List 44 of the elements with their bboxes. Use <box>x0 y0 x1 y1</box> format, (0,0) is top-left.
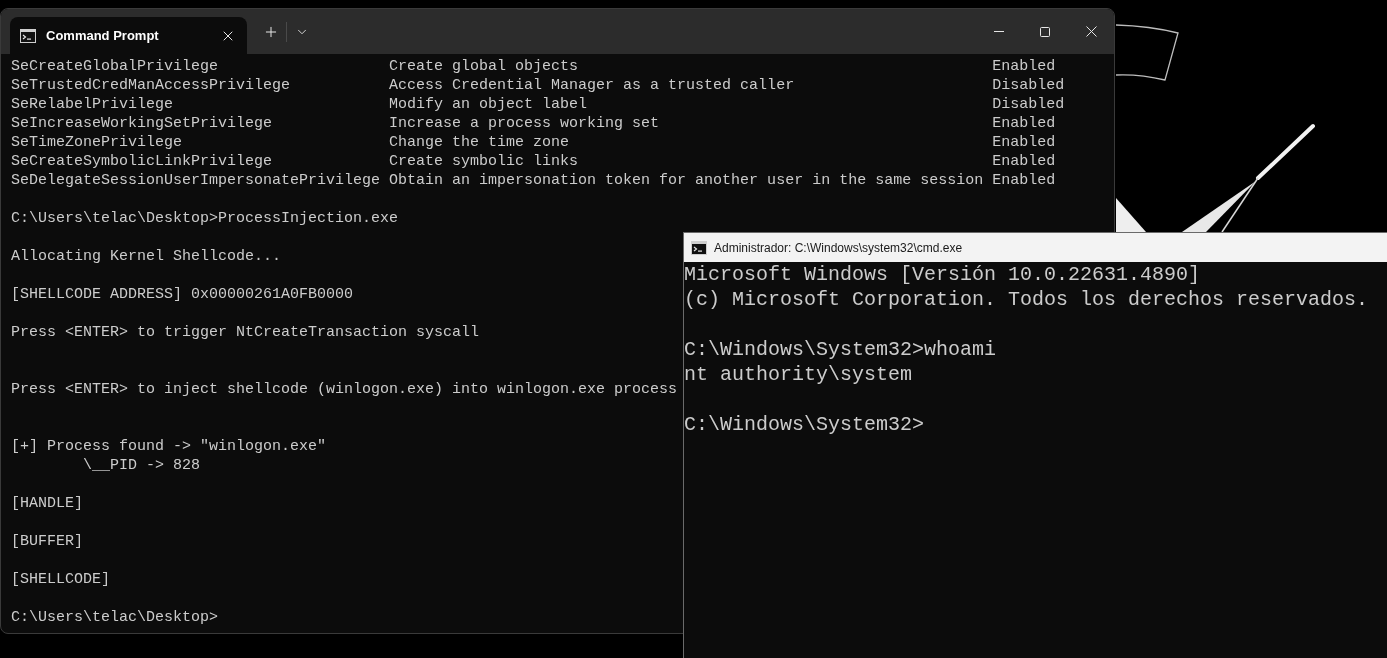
terminal-line: (c) Microsoft Corporation. Todos los derechos reservados. <box>684 287 1369 312</box>
terminal-line: [+] Process found -> "winlogon.exe" <box>11 437 327 456</box>
terminal-line: Allocating Kernel Shellcode... <box>11 247 282 266</box>
privilege-status: Disabled <box>992 95 1065 114</box>
tab[interactable]: Command Prompt <box>10 17 247 54</box>
privilege-name: SeRelabelPrivilege <box>11 95 175 114</box>
privilege-status: Enabled <box>992 57 1057 76</box>
terminal-line: C:\Users\telac\Desktop> <box>11 608 219 627</box>
terminal-line: Press <ENTER> to trigger NtCreateTransaction syscall <box>11 323 480 342</box>
window-title: Administrador: C:\Windows\system32\cmd.exe <box>714 240 963 255</box>
terminal-line: [SHELLCODE ADDRESS] 0x00000261A0FB0000 <box>11 285 354 304</box>
terminal-line: Microsoft Windows [Versión 10.0.22631.4890] <box>684 262 1201 287</box>
minimize-icon <box>994 31 1004 32</box>
privilege-description: Create symbolic links <box>389 152 580 171</box>
terminal-line: C:\Users\telac\Desktop>ProcessInjection.exe <box>11 209 399 228</box>
terminal-icon <box>20 28 36 43</box>
terminal-line: [SHELLCODE] <box>11 570 111 589</box>
privilege-description: Obtain an impersonation token for another user in the same session <box>389 171 984 190</box>
privilege-name: SeCreateSymbolicLinkPrivilege <box>11 152 274 171</box>
terminal-line: nt authority\system <box>684 362 913 387</box>
privilege-description: Access Credential Manager as a trusted caller <box>389 76 796 95</box>
terminal-line: [HANDLE] <box>11 494 83 513</box>
privilege-name: SeCreateGlobalPrivilege <box>11 57 220 76</box>
privilege-status: Enabled <box>992 152 1057 171</box>
privilege-status: Enabled <box>992 114 1057 133</box>
privilege-description: Change the time zone <box>389 133 571 152</box>
privilege-status: Enabled <box>992 133 1057 152</box>
privilege-description: Create global objects <box>389 57 580 76</box>
privilege-status: Enabled <box>992 171 1057 190</box>
privilege-description: Increase a process working set <box>389 114 661 133</box>
terminal-line: C:\Windows\System32> <box>684 412 925 437</box>
terminal-line: [BUFFER] <box>11 532 83 551</box>
close-icon <box>1085 26 1097 37</box>
terminal-line: Press <ENTER> to inject shellcode (winlogon.exe) into winlogon.exe process <box>11 380 678 399</box>
terminal-line: \__PID -> 828 <box>83 456 201 475</box>
terminal-icon <box>691 240 707 255</box>
privilege-name: SeTrustedCredManAccessPrivilege <box>11 76 292 95</box>
terminal-line: C:\Windows\System32>whoami <box>684 337 997 362</box>
privilege-name: SeTimeZonePrivilege <box>11 133 184 152</box>
privilege-name: SeIncreaseWorkingSetPrivilege <box>11 114 274 133</box>
maximize-icon <box>1040 26 1050 37</box>
privilege-description: Modify an object label <box>389 95 589 114</box>
privilege-name: SeDelegateSessionUserImpersonatePrivilege <box>11 171 381 190</box>
privilege-status: Disabled <box>992 76 1065 95</box>
